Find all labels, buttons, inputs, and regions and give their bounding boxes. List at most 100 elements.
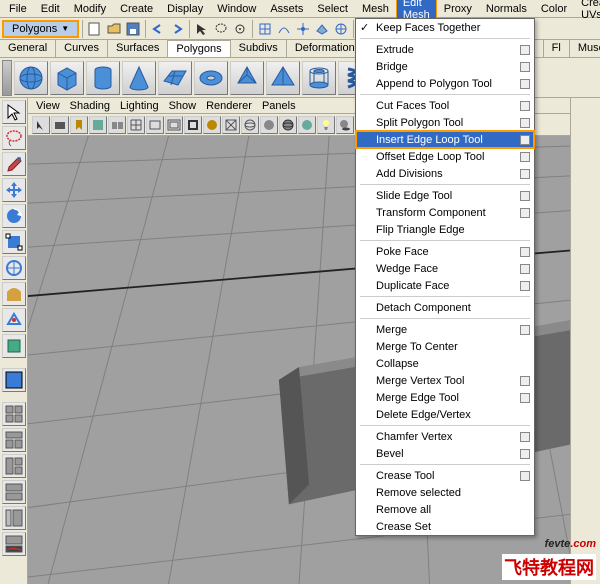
layout-a-icon[interactable] xyxy=(2,428,26,452)
tab-muscle[interactable]: Muscle xyxy=(570,40,600,57)
option-box-icon[interactable] xyxy=(520,264,530,274)
save-scene-icon[interactable] xyxy=(124,20,142,38)
menu-keep-faces[interactable]: ✓ Keep Faces Together xyxy=(356,19,534,36)
wire-on-shade-icon[interactable] xyxy=(279,116,297,134)
camera-select-icon[interactable] xyxy=(32,116,50,134)
wireframe-icon[interactable] xyxy=(241,116,259,134)
graph-layout-icon[interactable] xyxy=(2,532,26,556)
menu-bevel[interactable]: Bevel xyxy=(356,445,534,462)
lasso-icon[interactable] xyxy=(212,20,230,38)
layout-c-icon[interactable] xyxy=(2,480,26,504)
gate-mask-icon[interactable] xyxy=(184,116,202,134)
redo-icon[interactable] xyxy=(168,20,186,38)
option-box-icon[interactable] xyxy=(520,471,530,481)
menu-color[interactable]: Color xyxy=(534,1,574,17)
tab-curves[interactable]: Curves xyxy=(56,40,108,57)
open-scene-icon[interactable] xyxy=(105,20,123,38)
manipulator-icon[interactable] xyxy=(2,256,26,280)
textured-icon[interactable] xyxy=(298,116,316,134)
tab-deformation[interactable]: Deformation xyxy=(287,40,364,57)
single-view-icon[interactable] xyxy=(2,368,26,392)
menu-cut-faces-tool[interactable]: Cut Faces Tool xyxy=(356,97,534,114)
panel-shading[interactable]: Shading xyxy=(70,100,110,112)
menu-extrude[interactable]: Extrude xyxy=(356,41,534,58)
select-tool-icon[interactable] xyxy=(2,100,26,124)
menu-mesh[interactable]: Mesh xyxy=(355,1,396,17)
menu-offset-edge-loop-tool[interactable]: Offset Edge Loop Tool xyxy=(356,148,534,165)
snap-grid-icon[interactable] xyxy=(256,20,274,38)
menu-split-polygon-tool[interactable]: Split Polygon Tool xyxy=(356,114,534,131)
menu-insert-edge-loop-tool[interactable]: Insert Edge Loop Tool xyxy=(356,131,534,148)
last-tool-icon[interactable] xyxy=(2,334,26,358)
option-box-icon[interactable] xyxy=(520,325,530,335)
snap-curve-icon[interactable] xyxy=(275,20,293,38)
scale-tool-icon[interactable] xyxy=(2,230,26,254)
menu-merge-edge-tool[interactable]: Merge Edge Tool xyxy=(356,389,534,406)
tab-surfaces[interactable]: Surfaces xyxy=(108,40,168,57)
menu-select[interactable]: Select xyxy=(310,1,355,17)
menu-chamfer-vertex[interactable]: Chamfer Vertex xyxy=(356,428,534,445)
smooth-shade-icon[interactable] xyxy=(260,116,278,134)
option-box-icon[interactable] xyxy=(520,169,530,179)
camera-attr-icon[interactable] xyxy=(51,116,69,134)
field-chart-icon[interactable] xyxy=(203,116,221,134)
menu-window[interactable]: Window xyxy=(210,1,263,17)
poly-cylinder-icon[interactable] xyxy=(86,61,120,95)
tab-fl[interactable]: Fl xyxy=(544,40,570,57)
option-box-icon[interactable] xyxy=(520,432,530,442)
option-box-icon[interactable] xyxy=(520,101,530,111)
option-box-icon[interactable] xyxy=(520,376,530,386)
film-gate-icon[interactable] xyxy=(146,116,164,134)
layout-b-icon[interactable] xyxy=(2,454,26,478)
menu-duplicate-face[interactable]: Duplicate Face xyxy=(356,277,534,294)
snap-plane-icon[interactable] xyxy=(313,20,331,38)
menu-file[interactable]: File xyxy=(2,1,34,17)
two-side-icon[interactable] xyxy=(108,116,126,134)
poly-cube-icon[interactable] xyxy=(50,61,84,95)
poly-cone-icon[interactable] xyxy=(122,61,156,95)
paint-tool-icon[interactable] xyxy=(2,152,26,176)
tab-general[interactable]: General xyxy=(0,40,56,57)
panel-panels[interactable]: Panels xyxy=(262,100,296,112)
menu-merge-vertex-tool[interactable]: Merge Vertex Tool xyxy=(356,372,534,389)
menu-detach-component[interactable]: Detach Component xyxy=(356,299,534,316)
grid-icon[interactable] xyxy=(127,116,145,134)
panel-view[interactable]: View xyxy=(36,100,60,112)
safe-action-icon[interactable] xyxy=(222,116,240,134)
menu-slide-edge-tool[interactable]: Slide Edge Tool xyxy=(356,187,534,204)
option-box-icon[interactable] xyxy=(520,393,530,403)
menu-collapse[interactable]: Collapse xyxy=(356,355,534,372)
menu-poke-face[interactable]: Poke Face xyxy=(356,243,534,260)
image-plane-icon[interactable] xyxy=(89,116,107,134)
panel-lighting[interactable]: Lighting xyxy=(120,100,159,112)
option-box-icon[interactable] xyxy=(520,62,530,72)
option-box-icon[interactable] xyxy=(520,152,530,162)
tab-subdivs[interactable]: Subdivs xyxy=(231,40,287,57)
option-box-icon[interactable] xyxy=(520,191,530,201)
menu-transform-component[interactable]: Transform Component xyxy=(356,204,534,221)
menu-create-uvs[interactable]: Create UVs xyxy=(574,0,600,23)
poly-sphere-icon[interactable] xyxy=(14,61,48,95)
rotate-tool-icon[interactable] xyxy=(2,204,26,228)
menu-display[interactable]: Display xyxy=(160,1,210,17)
panel-renderer[interactable]: Renderer xyxy=(206,100,252,112)
option-box-icon[interactable] xyxy=(520,247,530,257)
option-box-icon[interactable] xyxy=(520,45,530,55)
show-manip-icon[interactable] xyxy=(2,308,26,332)
menu-edit[interactable]: Edit xyxy=(34,1,67,17)
select-icon[interactable] xyxy=(193,20,211,38)
poly-prism-icon[interactable] xyxy=(230,61,264,95)
outliner-layout-icon[interactable] xyxy=(2,506,26,530)
res-gate-icon[interactable] xyxy=(165,116,183,134)
menu-assets[interactable]: Assets xyxy=(263,1,310,17)
menu-remove-selected[interactable]: Remove selected xyxy=(356,484,534,501)
snap-live-icon[interactable] xyxy=(332,20,350,38)
menu-normals[interactable]: Normals xyxy=(479,1,534,17)
lasso-tool-icon[interactable] xyxy=(2,126,26,150)
undo-icon[interactable] xyxy=(149,20,167,38)
menu-create[interactable]: Create xyxy=(113,1,160,17)
poly-plane-icon[interactable] xyxy=(158,61,192,95)
paint-select-icon[interactable] xyxy=(231,20,249,38)
option-box-icon[interactable] xyxy=(520,208,530,218)
menu-merge-to-center[interactable]: Merge To Center xyxy=(356,338,534,355)
